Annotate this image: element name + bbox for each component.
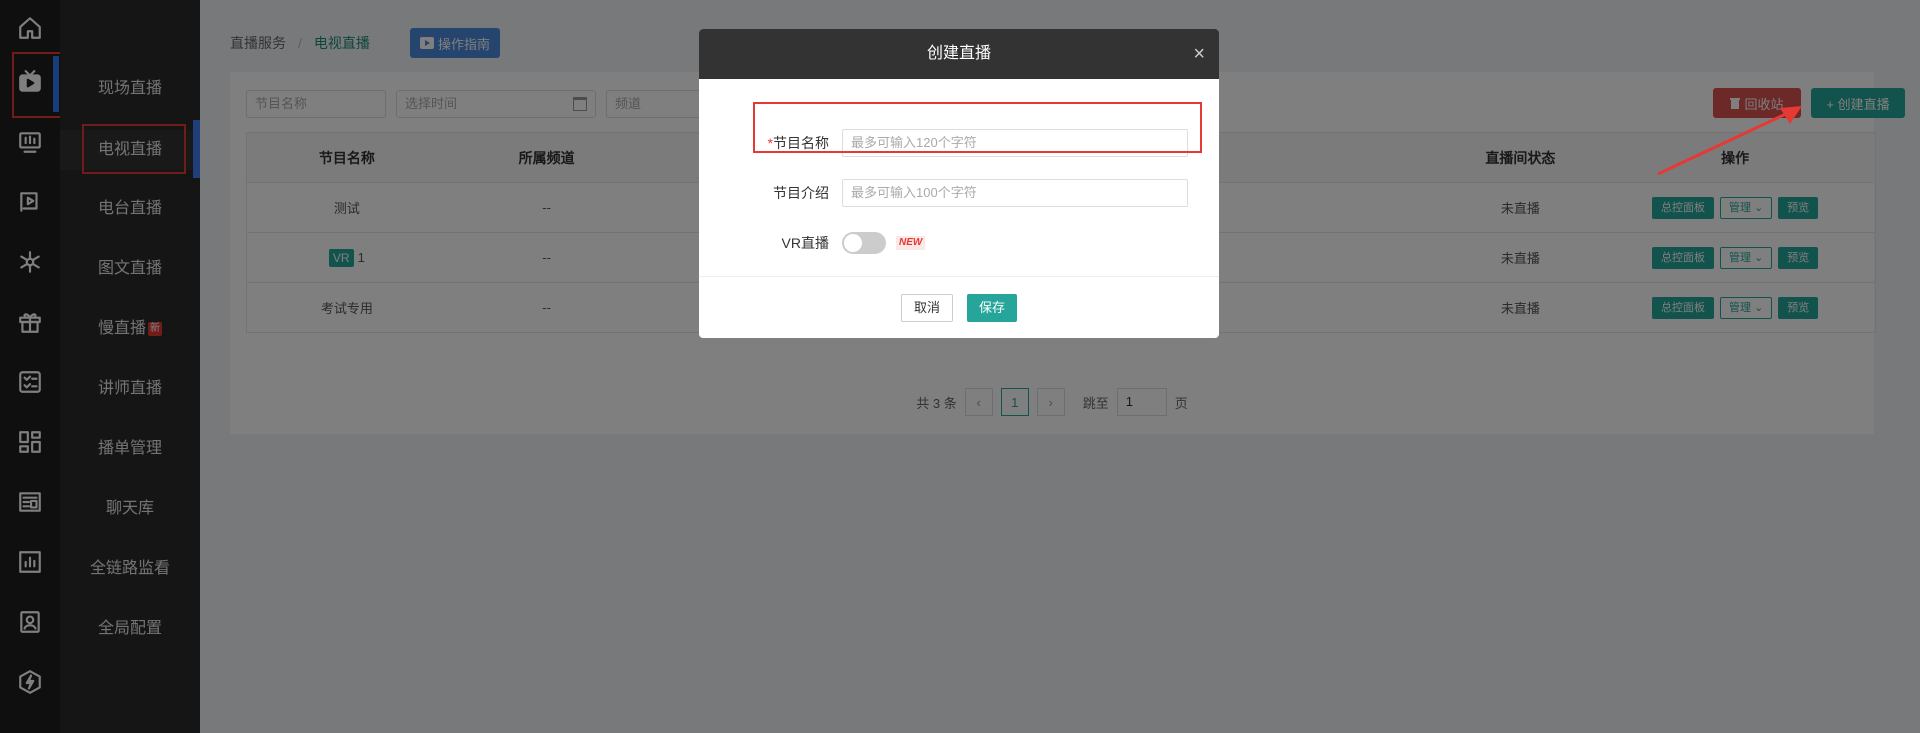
form-row-name: *节目名称 最多可输入120个字符 bbox=[699, 128, 1219, 158]
form-row-vr: VR直播 NEW bbox=[699, 228, 1219, 258]
name-label-text: 节目名称 bbox=[773, 135, 829, 151]
program-name-input[interactable]: 最多可输入120个字符 bbox=[842, 129, 1188, 157]
dialog-header: 创建直播 × bbox=[699, 29, 1219, 79]
close-icon[interactable]: × bbox=[1193, 29, 1205, 79]
program-intro-input[interactable]: 最多可输入100个字符 bbox=[842, 179, 1188, 207]
annotation-arrow bbox=[1657, 106, 1802, 176]
form-row-intro: 节目介绍 最多可输入100个字符 bbox=[699, 178, 1219, 208]
dialog-title: 创建直播 bbox=[926, 45, 991, 62]
vr-toggle[interactable] bbox=[842, 232, 886, 254]
create-live-dialog: 创建直播 × *节目名称 最多可输入120个字符 节目介绍 最多可输入100个字… bbox=[699, 29, 1219, 338]
dialog-footer: 取消 保存 bbox=[699, 276, 1219, 338]
new-tag: NEW bbox=[896, 236, 926, 250]
save-button[interactable]: 保存 bbox=[967, 293, 1018, 322]
vr-label: VR直播 bbox=[781, 235, 829, 251]
cancel-button[interactable]: 取消 bbox=[900, 293, 953, 322]
name-label: *节目名称 bbox=[768, 128, 829, 158]
intro-label: 节目介绍 bbox=[773, 185, 829, 201]
